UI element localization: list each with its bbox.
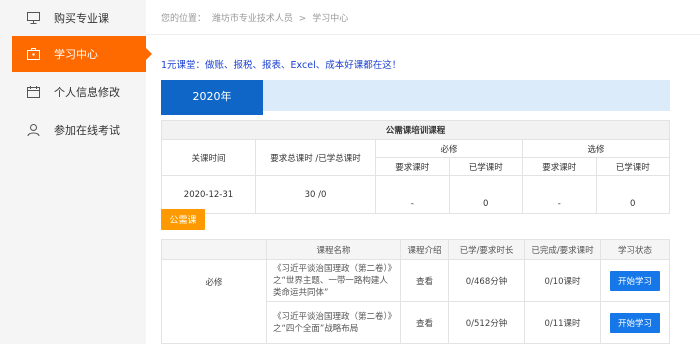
breadcrumb: 您的位置： 潍坊市专业技术人员 > 学习中心 xyxy=(161,11,351,24)
header-elec-learned: 已学课时 xyxy=(595,157,670,176)
sidebar-item-label: 参加在线考试 xyxy=(54,124,120,137)
cell-comp-req: - xyxy=(375,194,450,214)
course-duration: 0/512分钟 xyxy=(448,301,525,344)
col-header-group xyxy=(161,239,267,260)
course-hours: 0/11课时 xyxy=(524,301,601,344)
cell-elec-learned-blank xyxy=(595,175,670,195)
course-intro-link[interactable]: 查看 xyxy=(400,259,449,302)
category-tag-public[interactable]: 公需课 xyxy=(161,209,205,230)
start-study-button[interactable]: 开始学习 xyxy=(609,312,660,333)
sidebar: 购买专业课 学习中心 个人信息修改 参加在线考试 xyxy=(0,0,152,344)
header-elective: 选修 xyxy=(522,139,670,158)
breadcrumb-separator: > xyxy=(298,14,307,24)
calendar-icon xyxy=(26,85,40,99)
monitor-icon xyxy=(26,11,40,25)
breadcrumb-current: 学习中心 xyxy=(312,14,349,24)
main-content: 您的位置： 潍坊市专业技术人员 > 学习中心 1元课堂：做账、报税、报表、Exc… xyxy=(146,0,700,344)
course-hours: 0/10课时 xyxy=(524,259,601,302)
cell-required-total: 30 /0 xyxy=(255,175,376,214)
sidebar-item-study-center[interactable]: 学习中心 xyxy=(12,36,152,72)
briefcase-icon xyxy=(26,47,40,61)
cell-elec-learned: 0 xyxy=(595,194,670,214)
header-compulsory: 必修 xyxy=(375,139,523,158)
sidebar-item-buy-courses[interactable]: 购买专业课 xyxy=(12,0,146,36)
header-comp-learned: 已学课时 xyxy=(448,157,523,176)
header-comp-req: 要求课时 xyxy=(375,157,450,176)
col-header-status: 学习状态 xyxy=(600,239,670,260)
summary-title: 公需课培训课程 xyxy=(161,120,670,140)
sidebar-item-label: 购买专业课 xyxy=(54,12,109,25)
summary-table: 公需课培训课程 关课时间 要求总课时 /已学总课时 必修 选修 要求课时 已学课… xyxy=(161,120,670,214)
sidebar-item-label: 学习中心 xyxy=(54,48,98,61)
cell-comp-req-blank xyxy=(375,175,450,195)
user-icon xyxy=(26,123,40,137)
course-status: 开始学习 xyxy=(600,301,670,344)
cell-elec-req-blank xyxy=(522,175,597,195)
col-header-duration: 已学/要求时长 xyxy=(448,239,525,260)
col-header-intro: 课程介绍 xyxy=(400,239,449,260)
sidebar-item-label: 个人信息修改 xyxy=(54,86,120,99)
divider xyxy=(146,34,700,35)
year-tab-bar: 2020年 xyxy=(161,80,670,115)
course-duration: 0/468分钟 xyxy=(448,259,525,302)
course-name: 《习近平谈治国理政（第二卷）》之“四个全面”战略布局 xyxy=(266,301,401,344)
col-header-name: 课程名称 xyxy=(266,239,401,260)
course-table: 课程名称 课程介绍 已学/要求时长 已完成/要求课时 学习状态 必修 《习近平谈… xyxy=(161,239,670,344)
header-elec-req: 要求课时 xyxy=(522,157,597,176)
sidebar-item-profile-edit[interactable]: 个人信息修改 xyxy=(12,74,146,110)
cell-elec-req: - xyxy=(522,194,597,214)
breadcrumb-link-city[interactable]: 潍坊市专业技术人员 xyxy=(212,14,293,24)
promo-link[interactable]: 1元课堂：做账、报税、报表、Excel、成本好课都在这！ xyxy=(161,57,401,71)
cell-deadline: 2020-12-31 xyxy=(161,175,256,214)
header-required-total: 要求总课时 /已学总课时 xyxy=(255,139,376,176)
col-header-hours: 已完成/要求课时 xyxy=(524,239,601,260)
tab-2020[interactable]: 2020年 xyxy=(161,80,263,115)
course-name: 《习近平谈治国理政（第二卷）》之“世界主题、一带一路构建人类命运共同体” xyxy=(266,259,401,302)
cell-comp-learned: 0 xyxy=(448,194,523,214)
header-deadline: 关课时间 xyxy=(161,139,256,176)
cell-group: 必修 xyxy=(161,259,267,344)
breadcrumb-prefix: 您的位置： xyxy=(161,14,207,24)
table-row: 必修 《习近平谈治国理政（第二卷）》之“世界主题、一带一路构建人类命运共同体” … xyxy=(161,259,670,344)
cell-comp-learned-blank xyxy=(448,175,523,195)
start-study-button[interactable]: 开始学习 xyxy=(609,270,660,291)
course-intro-link[interactable]: 查看 xyxy=(400,301,449,344)
sidebar-item-online-exam[interactable]: 参加在线考试 xyxy=(12,112,146,148)
course-status: 开始学习 xyxy=(600,259,670,302)
